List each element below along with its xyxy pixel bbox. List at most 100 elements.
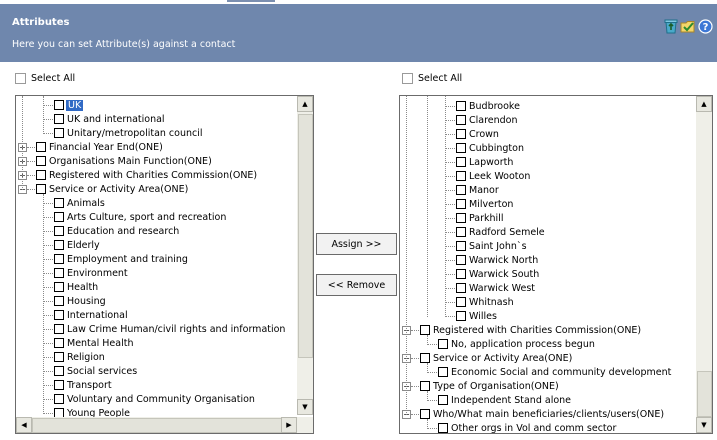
tree-item-checkbox[interactable] [54,128,64,138]
left-select-all[interactable]: Select All [15,73,75,84]
tree-item-row[interactable]: Health [54,280,98,294]
tree-item-row[interactable]: Other orgs in Vol and comm sector [438,421,616,433]
tree-item-checkbox[interactable] [456,241,466,251]
tree-item-row[interactable]: Lapworth [456,155,513,169]
tree-item-row[interactable]: Warwick North [456,253,538,267]
tree-group-row[interactable]: Service or Activity Area(ONE) [36,182,188,196]
recycle-bin-icon[interactable] [663,18,679,34]
scroll-thumb[interactable] [298,114,313,358]
scroll-left-arrow-icon[interactable]: ◀ [16,417,32,433]
tree-item-row[interactable]: Manor [456,183,499,197]
tree-item-checkbox[interactable] [420,381,430,391]
tree-item-row[interactable]: Environment [54,266,128,280]
tree-item-row[interactable]: International [54,308,128,322]
tree-item-checkbox[interactable] [54,282,64,292]
tree-group-row[interactable]: Type of Organisation(ONE) [420,379,559,393]
tree-item-checkbox[interactable] [54,114,64,124]
tree-item-checkbox[interactable] [456,255,466,265]
tree-item-checkbox[interactable] [456,269,466,279]
tree-group-row[interactable]: Registered with Charities Commission(ONE… [420,323,641,337]
tree-item-checkbox[interactable] [438,367,448,377]
scroll-right-arrow-icon[interactable]: ▶ [281,417,297,433]
tree-item-checkbox[interactable] [456,185,466,195]
tree-item-checkbox[interactable] [456,157,466,167]
tree-item-row[interactable]: Budbrooke [456,99,520,113]
tree-item-checkbox[interactable] [438,423,448,433]
vertical-scrollbar[interactable]: ▲ ▼ [297,96,313,415]
tree-item-checkbox[interactable] [54,296,64,306]
tree-item-checkbox[interactable] [456,297,466,307]
tree-item-checkbox[interactable] [420,409,430,419]
tree-item-row[interactable]: Saint John`s [456,239,527,253]
assigned-attributes-tree[interactable]: Budbrooke Clarendon Crown Cubbington Lapwort… [399,95,713,434]
tree-item-row[interactable]: Housing [54,294,106,308]
tree-item-checkbox[interactable] [54,338,64,348]
tree-item-row[interactable]: Warwick South [456,267,539,281]
tree-group-row[interactable]: Organisations Main Function(ONE) [36,154,212,168]
tree-item-checkbox[interactable] [456,283,466,293]
remove-button[interactable]: << Remove [316,274,397,296]
tree-item-row[interactable]: Crown [456,127,499,141]
tree-item-row[interactable]: Cubbington [456,141,524,155]
right-select-all[interactable]: Select All [402,73,462,84]
tree-item-row[interactable]: Religion [54,350,105,364]
tree-item-checkbox[interactable] [456,199,466,209]
scroll-down-arrow-icon[interactable]: ▼ [696,417,712,433]
scroll-thumb[interactable] [32,418,282,433]
horizontal-scrollbar[interactable]: ◀ ▶ [16,417,297,433]
tree-item-row[interactable]: Independent Stand alone [438,393,571,407]
tree-group-row[interactable]: Who/What main beneficiaries/clients/user… [420,407,664,421]
tree-item-checkbox[interactable] [456,129,466,139]
tree-item-row[interactable]: Employment and training [54,252,188,266]
tree-item-checkbox[interactable] [456,213,466,223]
scroll-thumb[interactable] [697,371,712,417]
tree-item-checkbox[interactable] [54,254,64,264]
tree-item-row[interactable]: Economic Social and community developmen… [438,365,671,379]
tree-item-checkbox[interactable] [456,115,466,125]
tree-item-row[interactable]: Voluntary and Community Organisation [54,392,255,406]
available-attributes-tree[interactable]: UK UK and international Unitary/metropolit… [15,95,314,434]
tree-item-checkbox[interactable] [54,240,64,250]
scroll-down-arrow-icon[interactable]: ▼ [297,399,313,415]
tree-item-checkbox[interactable] [54,268,64,278]
tree-item-checkbox[interactable] [54,100,64,110]
tree-item-row[interactable]: Whitnash [456,295,514,309]
tree-item-checkbox[interactable] [420,353,430,363]
tree-item-checkbox[interactable] [456,227,466,237]
tree-item-row[interactable]: No, application process begun [438,337,595,351]
tree-item-checkbox[interactable] [54,310,64,320]
tree-item-checkbox[interactable] [54,198,64,208]
tree-item-checkbox[interactable] [36,170,46,180]
tree-item-row[interactable]: Leek Wooton [456,169,530,183]
tree-item-row[interactable]: UK [54,98,84,112]
tree-item-row[interactable]: UK and international [54,112,165,126]
assign-button[interactable]: Assign >> [316,233,397,255]
tree-group-row[interactable]: Service or Activity Area(ONE) [420,351,572,365]
folder-check-icon[interactable] [680,18,696,34]
tree-item-row[interactable]: Education and research [54,224,179,238]
scroll-up-arrow-icon[interactable]: ▲ [696,96,712,112]
vertical-scrollbar[interactable]: ▲ ▼ [696,96,712,433]
tree-item-row[interactable]: Milverton [456,197,513,211]
tree-item-row[interactable]: Mental Health [54,336,133,350]
tree-group-row[interactable]: Financial Year End(ONE) [36,140,163,154]
tree-item-row[interactable]: Unitary/metropolitan council [54,126,203,140]
tree-item-row[interactable]: Clarendon [456,113,518,127]
tree-item-row[interactable]: Warwick West [456,281,535,295]
tree-item-checkbox[interactable] [54,366,64,376]
tree-item-checkbox[interactable] [456,311,466,321]
tree-item-checkbox[interactable] [54,380,64,390]
tree-item-checkbox[interactable] [456,143,466,153]
help-icon[interactable]: ? [697,18,713,34]
tree-item-row[interactable]: Social services [54,364,137,378]
tree-item-checkbox[interactable] [36,184,46,194]
select-all-checkbox[interactable] [15,73,26,84]
tree-item-row[interactable]: Radford Semele [456,225,545,239]
tree-item-checkbox[interactable] [456,101,466,111]
tree-item-checkbox[interactable] [456,171,466,181]
tree-item-checkbox[interactable] [36,156,46,166]
tree-item-checkbox[interactable] [54,212,64,222]
tree-item-row[interactable]: Elderly [54,238,100,252]
tree-item-checkbox[interactable] [54,394,64,404]
tree-group-row[interactable]: Registered with Charities Commission(ONE… [36,168,257,182]
